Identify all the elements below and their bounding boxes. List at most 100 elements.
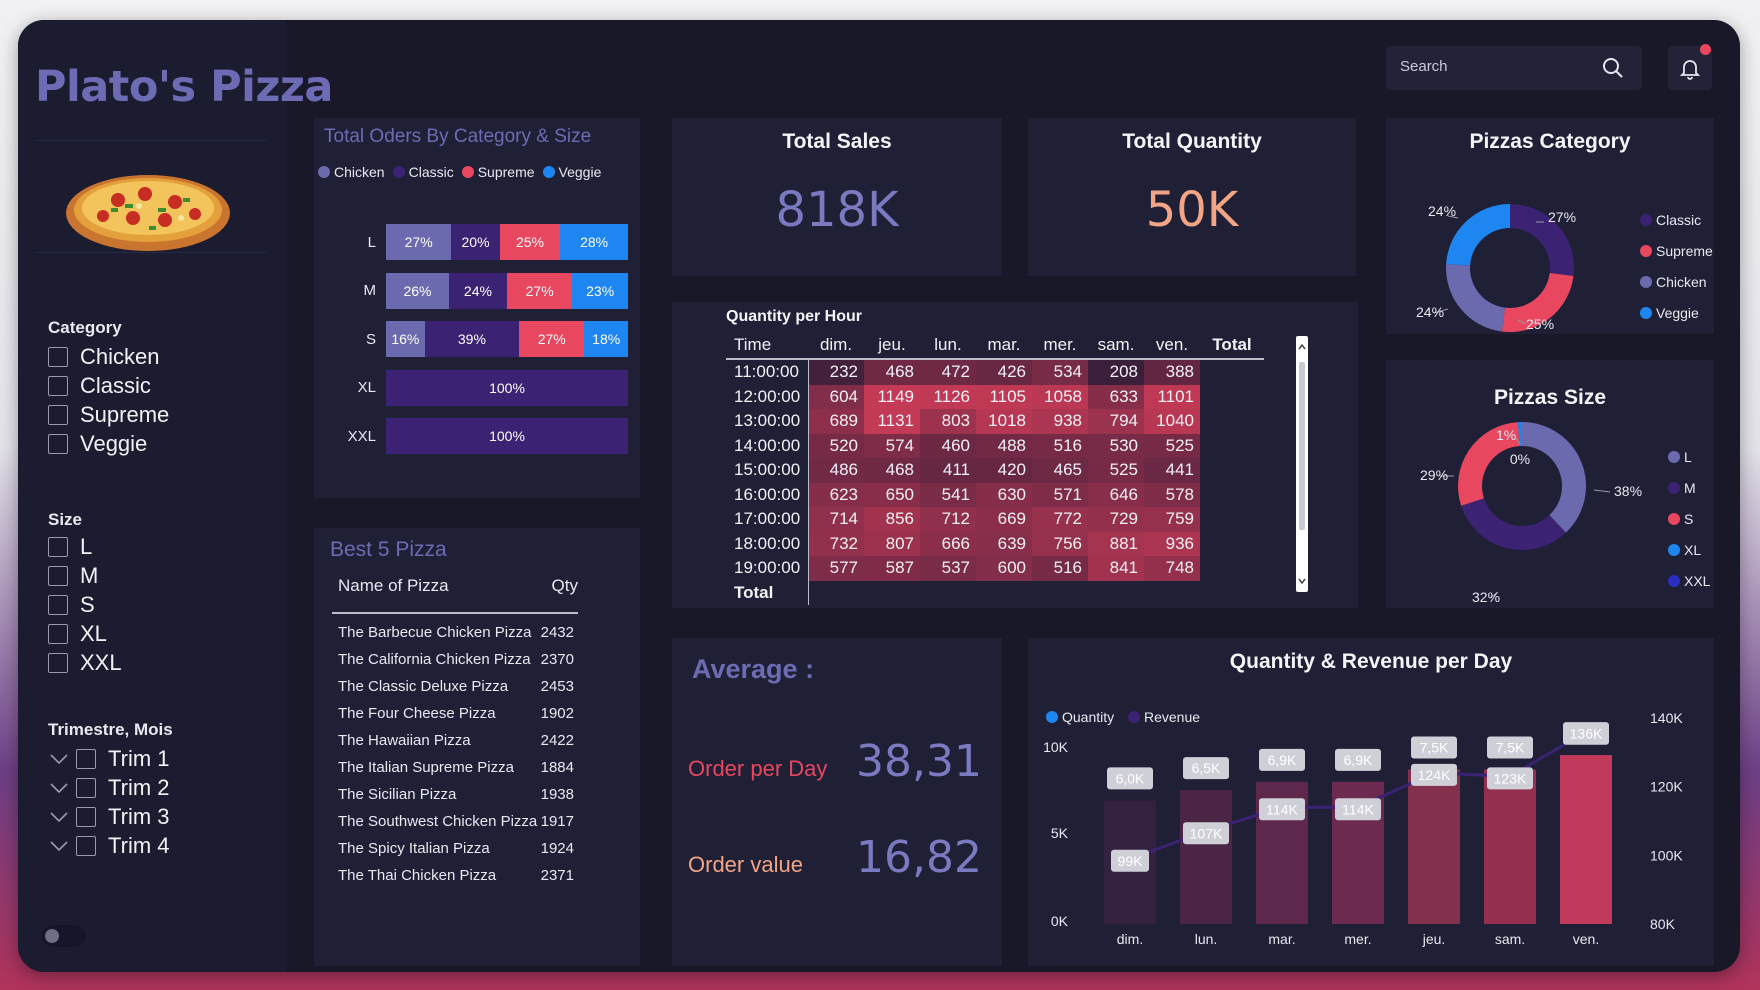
matrix-column-header[interactable]: jeu.	[864, 332, 920, 358]
filter-option[interactable]: Veggie	[48, 431, 147, 457]
matrix-column-header[interactable]: Total	[1200, 332, 1264, 358]
heatmap-cell[interactable]: 881	[1088, 531, 1144, 556]
notification-button[interactable]	[1668, 44, 1712, 90]
heatmap-cell[interactable]: 1018	[976, 409, 1032, 434]
heatmap-cell[interactable]: 669	[976, 507, 1032, 532]
heatmap-cell[interactable]: 541	[920, 482, 976, 507]
filter-option[interactable]: XL	[48, 621, 107, 647]
heatmap-cell[interactable]: 1105	[976, 384, 1032, 409]
filter-option[interactable]: Supreme	[48, 402, 169, 428]
bar-segment[interactable]: 26%	[386, 272, 449, 309]
heatmap-cell[interactable]: 938	[1032, 409, 1088, 434]
table-row[interactable]: The Classic Deluxe Pizza 2453	[338, 678, 574, 695]
legend-item[interactable]: Veggie	[1640, 305, 1699, 321]
heatmap-cell[interactable]: 516	[1032, 556, 1088, 581]
expand-chevron[interactable]	[48, 775, 70, 801]
heatmap-cell[interactable]: 604	[808, 384, 864, 409]
checkbox[interactable]	[48, 376, 68, 396]
chevron-up-icon[interactable]	[1297, 342, 1307, 352]
scroll-thumb[interactable]	[1299, 362, 1305, 530]
heatmap-cell[interactable]: 732	[808, 531, 864, 556]
checkbox[interactable]	[48, 405, 68, 425]
filter-option[interactable]: Trim 2	[48, 775, 170, 801]
heatmap-cell[interactable]: 534	[1032, 360, 1088, 385]
heatmap-cell[interactable]: 486	[808, 458, 864, 483]
checkbox[interactable]	[48, 434, 68, 454]
table-row[interactable]: The Barbecue Chicken Pizza 2432	[338, 624, 574, 641]
legend-item[interactable]: Classic	[1640, 212, 1701, 228]
checkbox[interactable]	[48, 624, 68, 644]
heatmap-cell[interactable]: 530	[1088, 433, 1144, 458]
filter-option[interactable]: Classic	[48, 373, 151, 399]
matrix-column-header[interactable]: mer.	[1032, 332, 1088, 358]
filter-option[interactable]: L	[48, 534, 92, 560]
heatmap-cell[interactable]: 650	[864, 482, 920, 507]
checkbox[interactable]	[76, 778, 96, 798]
legend-item[interactable]: XXL	[1668, 573, 1711, 589]
heatmap-cell[interactable]: 756	[1032, 531, 1088, 556]
checkbox[interactable]	[48, 566, 68, 586]
matrix-column-header[interactable]: dim.	[808, 332, 864, 358]
table-row[interactable]: The Italian Supreme Pizza 1884	[338, 759, 574, 776]
heatmap-cell[interactable]: 748	[1144, 556, 1200, 581]
heatmap-cell[interactable]: 516	[1032, 433, 1088, 458]
table-row[interactable]: The Thai Chicken Pizza 2371	[338, 867, 574, 884]
legend-item[interactable]: Revenue	[1128, 709, 1200, 725]
legend-item[interactable]: Quantity	[1046, 709, 1114, 725]
heatmap-cell[interactable]: 630	[976, 482, 1032, 507]
heatmap-cell[interactable]: 468	[864, 360, 920, 385]
quantity-bar[interactable]	[1484, 769, 1536, 925]
donut-slice[interactable]	[1461, 498, 1566, 550]
heatmap-cell[interactable]: 1040	[1144, 409, 1200, 434]
heatmap-cell[interactable]: 520	[808, 433, 864, 458]
filter-option[interactable]: S	[48, 592, 95, 618]
heatmap-cell[interactable]: 1101	[1144, 384, 1200, 409]
heatmap-cell[interactable]: 936	[1144, 531, 1200, 556]
legend-item[interactable]: L	[1668, 449, 1692, 465]
heatmap-cell[interactable]: 1126	[920, 384, 976, 409]
filter-option[interactable]: Trim 3	[48, 804, 170, 830]
legend-item[interactable]: Veggie	[542, 164, 601, 180]
bar-segment[interactable]: 23%	[572, 272, 628, 309]
quantity-bar[interactable]	[1408, 769, 1460, 925]
heatmap-cell[interactable]: 666	[920, 531, 976, 556]
heatmap-cell[interactable]: 577	[808, 556, 864, 581]
heatmap-cell[interactable]: 633	[1088, 384, 1144, 409]
legend-item[interactable]: Chicken	[1640, 274, 1707, 290]
filter-option[interactable]: XXL	[48, 650, 122, 676]
table-row[interactable]: The California Chicken Pizza 2370	[338, 651, 574, 668]
heatmap-cell[interactable]: 537	[920, 556, 976, 581]
legend-item[interactable]: XL	[1668, 542, 1701, 558]
heatmap-cell[interactable]: 712	[920, 507, 976, 532]
heatmap-cell[interactable]: 587	[864, 556, 920, 581]
heatmap-cell[interactable]: 646	[1088, 482, 1144, 507]
heatmap-cell[interactable]: 639	[976, 531, 1032, 556]
heatmap-cell[interactable]: 388	[1144, 360, 1200, 385]
heatmap-cell[interactable]: 468	[864, 458, 920, 483]
heatmap-cell[interactable]: 472	[920, 360, 976, 385]
theme-toggle[interactable]	[42, 925, 86, 947]
matrix-column-header[interactable]: mar.	[976, 332, 1032, 358]
heatmap-cell[interactable]: 420	[976, 458, 1032, 483]
heatmap-cell[interactable]: 623	[808, 482, 864, 507]
bar-segment[interactable]: 39%	[424, 321, 520, 357]
bar-segment[interactable]: 18%	[584, 321, 628, 357]
bar-segment[interactable]: 27%	[519, 321, 585, 357]
chevron-down-icon[interactable]	[1297, 576, 1307, 586]
bar-segment[interactable]: 16%	[386, 321, 425, 357]
checkbox[interactable]	[76, 836, 96, 856]
heatmap-cell[interactable]: 1058	[1032, 384, 1088, 409]
heatmap-cell[interactable]: 525	[1088, 458, 1144, 483]
heatmap-cell[interactable]: 803	[920, 409, 976, 434]
heatmap-cell[interactable]: 600	[976, 556, 1032, 581]
filter-option[interactable]: M	[48, 563, 98, 589]
search-box[interactable]	[1386, 46, 1642, 90]
table-row[interactable]: The Southwest Chicken Pizza 1917	[338, 813, 574, 830]
checkbox[interactable]	[76, 807, 96, 827]
heatmap-cell[interactable]: 1149	[864, 384, 920, 409]
search-input[interactable]	[1400, 58, 1590, 75]
heatmap-cell[interactable]: 574	[864, 433, 920, 458]
bar-segment[interactable]: 27%	[386, 224, 452, 260]
expand-chevron[interactable]	[48, 804, 70, 830]
search-icon[interactable]	[1602, 57, 1624, 79]
